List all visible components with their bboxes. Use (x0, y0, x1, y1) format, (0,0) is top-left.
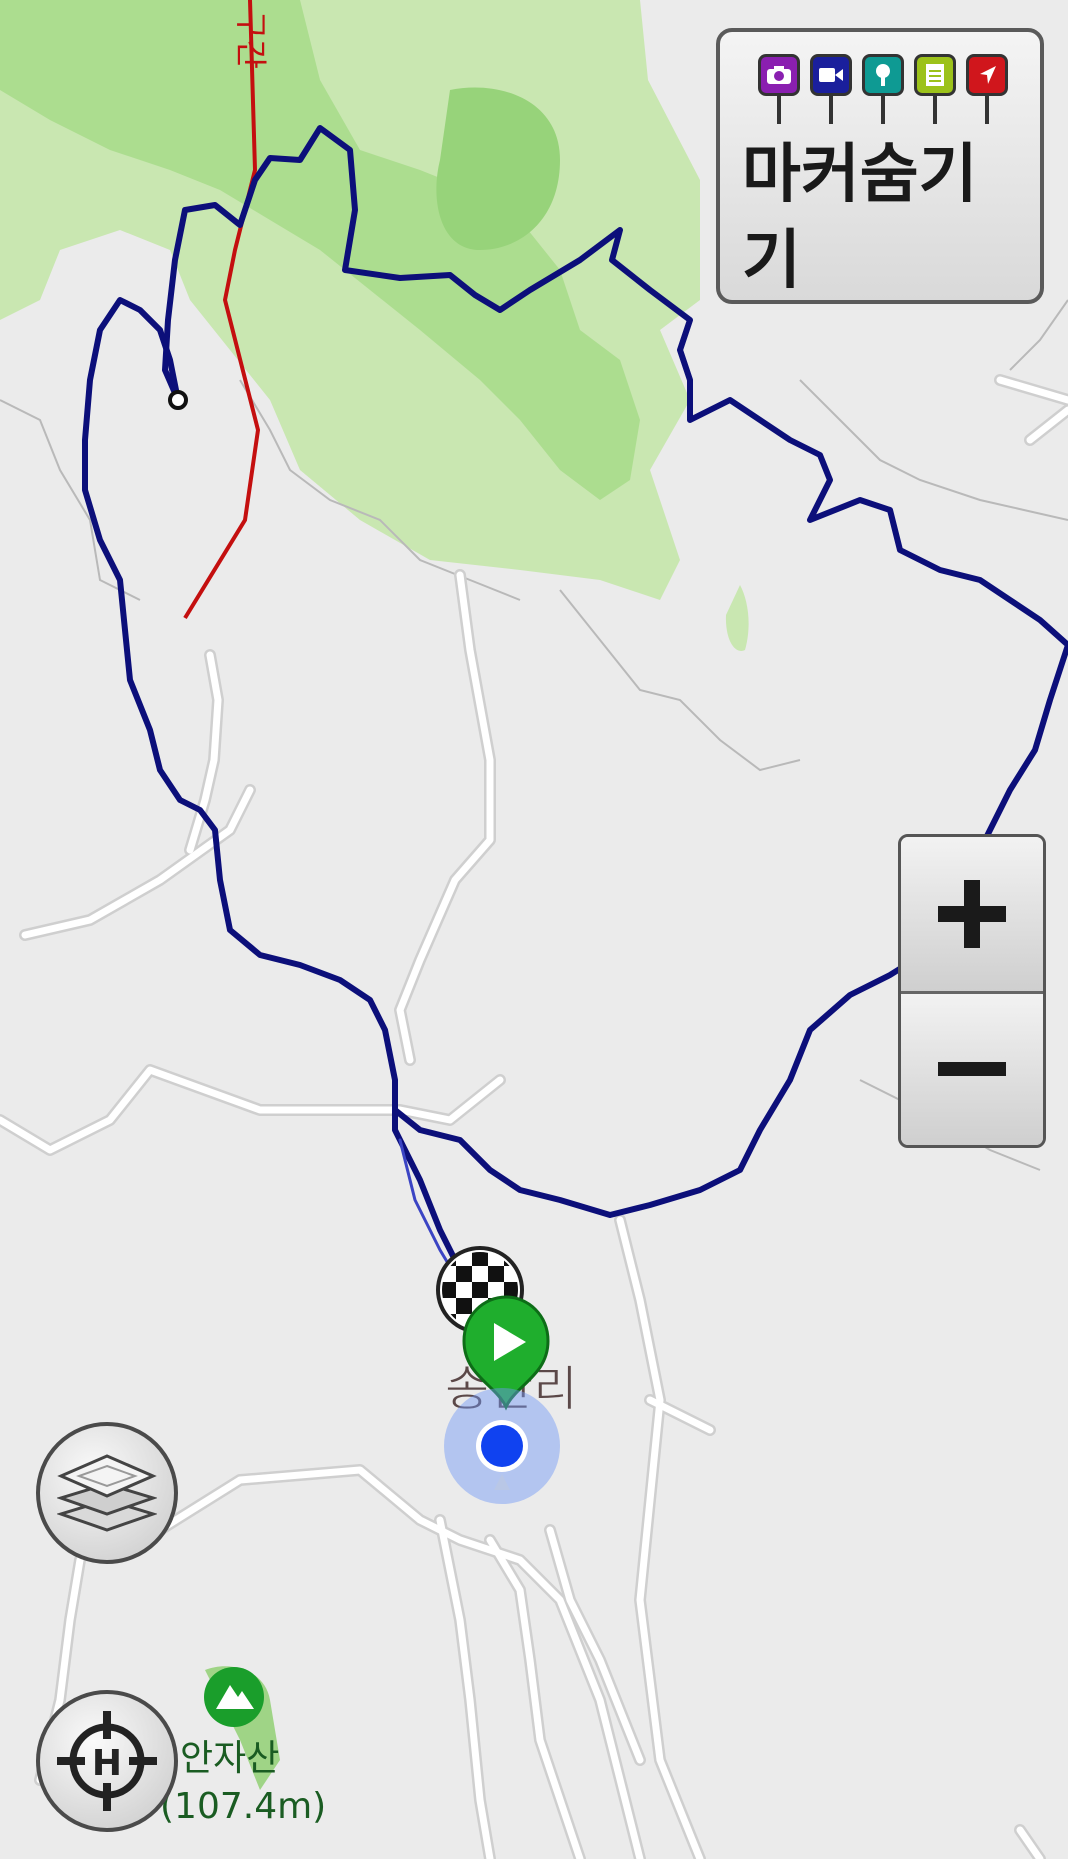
mountain-elevation-label: (107.4m) (160, 1786, 326, 1827)
mountain-peak-icon (204, 1667, 264, 1727)
zoom-control (898, 834, 1046, 1148)
hide-markers-label: 마커숨기기 (742, 138, 978, 298)
route-label: 구간 (232, 10, 270, 69)
svg-text:H: H (92, 1743, 122, 1784)
camera-marker-icon (758, 54, 800, 126)
layers-icon (57, 1454, 157, 1532)
layers-button[interactable] (36, 1422, 178, 1564)
zoom-out-button[interactable] (901, 991, 1043, 1145)
home-location-button[interactable]: H (36, 1690, 178, 1832)
memo-marker-icon (914, 54, 956, 126)
zoom-in-button[interactable] (901, 837, 1043, 991)
minus-icon (938, 1061, 1006, 1076)
current-location-icon (444, 1388, 560, 1504)
mountain-name-label: 안자산 (180, 1738, 279, 1779)
marker-icons-row (758, 54, 1008, 126)
plus-icon (938, 880, 1006, 948)
marker-toggle-panel[interactable]: 마커숨기기 (716, 28, 1044, 304)
track-endpoint (168, 390, 188, 410)
waypoint-marker-icon (966, 54, 1008, 126)
video-marker-icon (810, 54, 852, 126)
voice-marker-icon (862, 54, 904, 126)
home-crosshair-icon: H (57, 1711, 157, 1811)
